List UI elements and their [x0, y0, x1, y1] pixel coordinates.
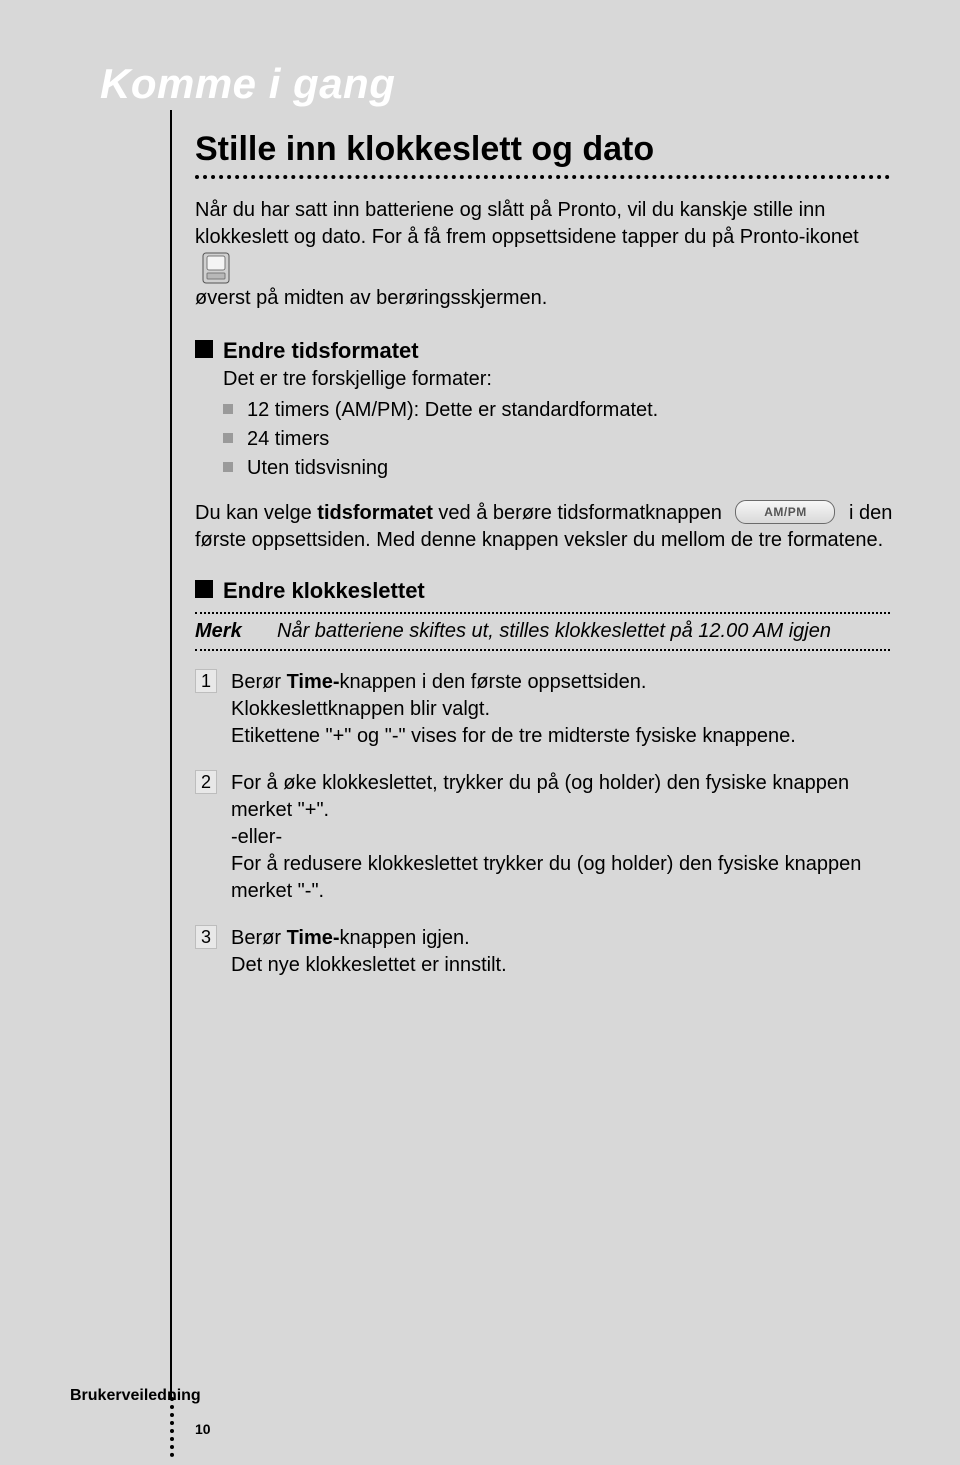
para-text: Du kan velge: [195, 502, 317, 524]
subsection-1-header: Endre tidsformatet: [195, 336, 895, 364]
format-list: 12 timers (AM/PM): Dette er standardform…: [223, 397, 895, 482]
step-text: Berør: [231, 671, 287, 693]
note-text: Når batteriene skiftes ut, stilles klokk…: [277, 620, 831, 643]
step-text: -eller-: [231, 824, 895, 851]
chapter-title: Komme i gang: [100, 60, 395, 108]
square-bullet-icon: [223, 462, 233, 472]
vertical-rule: [170, 110, 172, 1400]
para-bold: tidsformatet: [317, 502, 433, 524]
step-bold: Time-: [287, 927, 340, 949]
bullet-text: 12 timers (AM/PM): Dette er standardform…: [247, 397, 658, 424]
intro-line2: klokkeslett og dato. For å få frem oppse…: [195, 226, 859, 248]
step-1: 1 Berør Time-knappen i den første oppset…: [195, 669, 895, 750]
step-text: For å øke klokkeslettet, trykker du på (…: [231, 770, 895, 824]
list-item: Uten tidsvisning: [223, 455, 895, 482]
section-title: Stille inn klokkeslett og dato: [195, 130, 895, 169]
subsection-2-title: Endre klokkeslettet: [223, 578, 425, 604]
square-bullet-icon: [223, 433, 233, 443]
list-item: 12 timers (AM/PM): Dette er standardform…: [223, 397, 895, 424]
intro-line3: øverst på midten av berøringsskjermen.: [195, 287, 547, 309]
step-text: Klokkeslettknappen blir valgt.: [231, 696, 796, 723]
subsection-2-header: Endre klokkeslettet: [195, 576, 895, 604]
subsection-1-text: Det er tre forskjellige formater:: [223, 368, 895, 391]
note-block: Merk Når batteriene skiftes ut, stilles …: [195, 612, 890, 651]
bullet-text: 24 timers: [247, 426, 329, 453]
steps-list: 1 Berør Time-knappen i den første oppset…: [195, 669, 895, 979]
step-text: Berør: [231, 927, 287, 949]
step-3: 3 Berør Time-knappen igjen. Det nye klok…: [195, 925, 895, 979]
footer-label: Brukerveiledning: [70, 1387, 201, 1405]
vertical-dots: [170, 1397, 174, 1457]
square-bullet-icon: [223, 404, 233, 414]
format-paragraph: Du kan velge tidsformatet ved å berøre t…: [195, 500, 895, 554]
page-number: 10: [195, 1421, 211, 1437]
black-square-icon: [195, 340, 213, 358]
step-body: Berør Time-knappen igjen. Det nye klokke…: [231, 925, 507, 979]
step-text: knappen igjen.: [340, 927, 470, 949]
step-2: 2 For å øke klokkeslettet, trykker du på…: [195, 770, 895, 905]
bullet-text: Uten tidsvisning: [247, 455, 388, 482]
list-item: 24 timers: [223, 426, 895, 453]
step-number-badge: 2: [195, 770, 217, 794]
pronto-device-icon: [201, 251, 231, 285]
note-label: Merk: [195, 620, 253, 643]
step-bold: Time-: [287, 671, 340, 693]
step-text: For å redusere klokkeslettet trykker du …: [231, 851, 895, 905]
step-number-badge: 1: [195, 669, 217, 693]
step-body: For å øke klokkeslettet, trykker du på (…: [231, 770, 895, 905]
dotted-rule: [195, 175, 890, 179]
page-container: Komme i gang Stille inn klokkeslett og d…: [0, 0, 960, 1465]
content-area: Stille inn klokkeslett og dato Når du ha…: [195, 130, 895, 999]
subsection-1-title: Endre tidsformatet: [223, 338, 419, 364]
intro-line1: Når du har satt inn batteriene og slått …: [195, 199, 825, 221]
step-text: knappen i den første oppsettsiden.: [340, 671, 647, 693]
step-number-badge: 3: [195, 925, 217, 949]
para-text: ved å berøre tidsformatknappen: [433, 502, 728, 524]
ampm-button-icon: AM/PM: [735, 500, 835, 524]
step-body: Berør Time-knappen i den første oppsetts…: [231, 669, 796, 750]
step-text: Etikettene "+" og "-" vises for de tre m…: [231, 723, 796, 750]
black-square-icon: [195, 580, 213, 598]
dotted-rule: [195, 649, 890, 651]
step-text: Det nye klokkeslettet er innstilt.: [231, 952, 507, 979]
intro-paragraph: Når du har satt inn batteriene og slått …: [195, 197, 895, 312]
